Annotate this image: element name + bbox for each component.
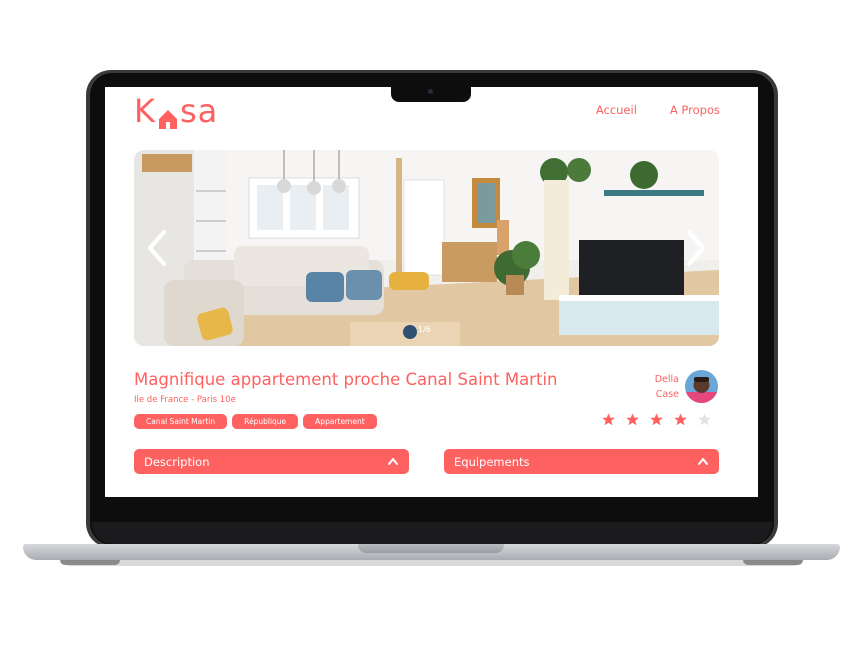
laptop-foot-left	[60, 560, 120, 565]
host-info: Della Case	[655, 370, 718, 403]
tag: Canal Saint Martin	[134, 414, 228, 429]
screen: K sa Accueil A Propos 1/6 Magnifique app…	[105, 87, 758, 497]
photo-carousel: 1/6	[134, 150, 719, 346]
equipements-label: Equipements	[454, 454, 530, 469]
tag-list: Canal Saint Martin République Appartemen…	[134, 414, 377, 429]
star-filled-icon	[650, 413, 663, 426]
equipements-collapse[interactable]: Equipements	[444, 449, 719, 474]
star-empty-icon	[698, 413, 711, 426]
host-name: Della Case	[655, 372, 679, 402]
laptop-bezel	[92, 522, 772, 544]
star-filled-icon	[626, 413, 639, 426]
laptop-foot-right	[743, 560, 803, 565]
description-collapse[interactable]: Description	[134, 449, 409, 474]
kasa-logo[interactable]: K sa	[134, 89, 218, 133]
host-first-name: Della	[654, 373, 679, 385]
logo-text-left: K	[134, 92, 156, 130]
main-nav: Accueil A Propos	[596, 103, 720, 117]
avatar	[685, 370, 718, 403]
star-filled-icon	[602, 413, 615, 426]
logo-text-right: sa	[179, 92, 219, 130]
chevron-right-icon[interactable]	[681, 228, 711, 268]
nav-a-propos[interactable]: A Propos	[670, 103, 720, 117]
rating-stars	[602, 413, 711, 426]
star-filled-icon	[674, 413, 687, 426]
listing-title: Magnifique appartement proche Canal Sain…	[134, 370, 558, 389]
nav-accueil[interactable]: Accueil	[596, 103, 637, 117]
listing-photo	[134, 150, 719, 346]
chevron-up-icon	[698, 458, 708, 465]
carousel-counter: 1/6	[418, 325, 431, 334]
laptop-shadow	[64, 560, 799, 566]
house-icon	[158, 100, 178, 129]
tag: Appartement	[303, 414, 377, 429]
description-label: Description	[144, 454, 210, 469]
chevron-left-icon[interactable]	[142, 228, 172, 268]
chevron-up-icon	[388, 458, 398, 465]
camera-icon	[428, 89, 433, 94]
listing-location: Ile de France - Paris 10e	[134, 395, 236, 405]
tag: République	[232, 414, 299, 429]
laptop-hinge-notch	[358, 544, 504, 553]
host-last-name: Case	[655, 388, 679, 400]
